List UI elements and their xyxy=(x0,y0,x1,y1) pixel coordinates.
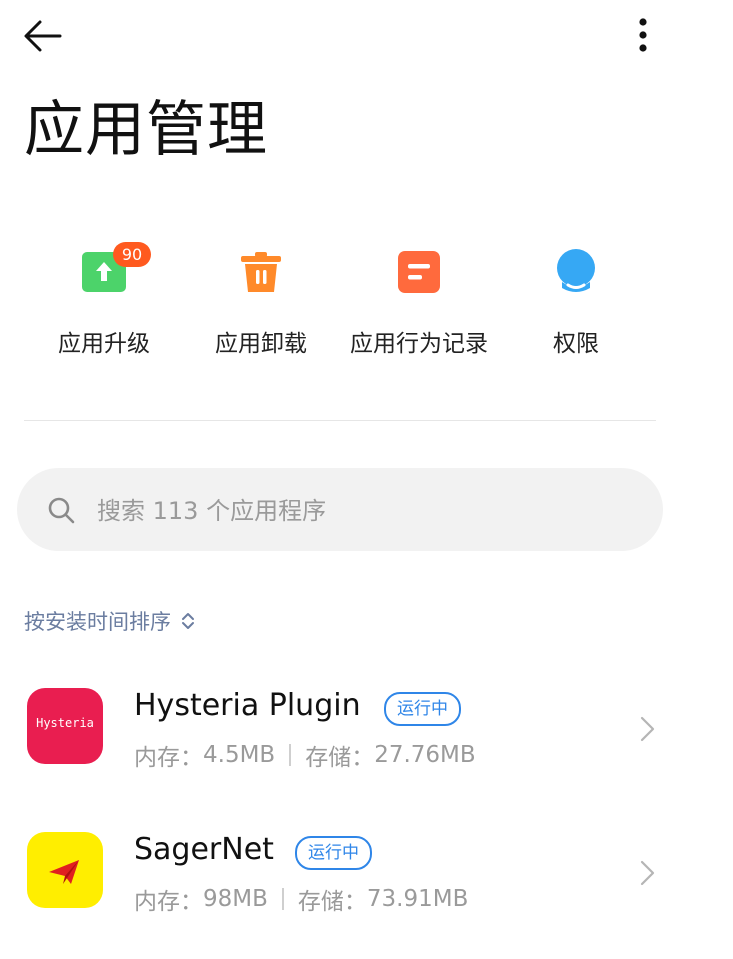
more-vertical-icon xyxy=(639,18,647,52)
memory-value: 4.5MB xyxy=(203,742,276,768)
paper-plane-icon xyxy=(49,860,79,884)
memory-label: 内存： xyxy=(134,745,203,771)
permissions-button[interactable]: 权限 xyxy=(501,232,651,357)
app-behavior-record-label: 应用行为记录 xyxy=(350,331,488,357)
memory-value: 98MB xyxy=(203,886,268,912)
sort-toggle-icon xyxy=(182,613,194,629)
search-icon xyxy=(48,497,75,524)
storage-label: 存储： xyxy=(305,745,375,771)
meta-separator xyxy=(289,744,292,766)
search-input[interactable] xyxy=(95,486,619,536)
app-list-item-hysteria-plugin[interactable]: Hysteria Hysteria Plugin 运行中 内存： 4.5MB 存… xyxy=(0,688,733,808)
chevron-right-icon xyxy=(640,716,655,742)
app-behavior-record-button[interactable]: 应用行为记录 xyxy=(344,232,494,357)
sort-selector[interactable]: 按安装时间排序 xyxy=(24,604,195,638)
app-upgrade-button[interactable]: 90 应用升级 xyxy=(29,232,179,357)
app-name: SagerNet xyxy=(134,832,274,867)
app-meta: 内存： 4.5MB 存储： 27.76MB xyxy=(134,738,476,772)
hysteria-icon-text: Hysteria xyxy=(36,716,94,730)
page-title: 应用管理 xyxy=(24,95,268,165)
app-uninstall-button[interactable]: 应用卸载 xyxy=(186,232,336,357)
hysteria-plugin-app-icon: Hysteria xyxy=(27,688,103,764)
app-list-item-sagernet[interactable]: SagerNet 运行中 内存： 98MB 存储： 73.91MB xyxy=(0,832,733,952)
storage-label: 存储： xyxy=(297,889,367,915)
permission-icon xyxy=(557,249,595,292)
more-options-button[interactable] xyxy=(626,14,660,58)
storage-value: 27.76MB xyxy=(374,742,476,768)
behavior-record-icon xyxy=(398,251,440,293)
upgrade-count-badge: 90 xyxy=(113,242,151,267)
back-button[interactable] xyxy=(20,16,68,56)
arrow-left-icon xyxy=(24,20,62,52)
app-meta: 内存： 98MB 存储： 73.91MB xyxy=(134,882,468,916)
running-status-badge: 运行中 xyxy=(384,692,461,726)
app-uninstall-label: 应用卸载 xyxy=(215,331,307,357)
permissions-label: 权限 xyxy=(553,331,599,357)
chevron-right-icon xyxy=(640,860,655,886)
app-name: Hysteria Plugin xyxy=(134,688,361,723)
running-status-badge: 运行中 xyxy=(295,836,372,870)
quick-actions: 90 应用升级 应用卸载 应用行为记录 权限 xyxy=(0,232,733,362)
top-bar xyxy=(0,0,733,80)
search-bar[interactable] xyxy=(17,468,663,551)
section-divider xyxy=(24,420,656,421)
app-upgrade-label: 应用升级 xyxy=(58,331,150,357)
sort-label: 按安装时间排序 xyxy=(24,610,171,634)
sagernet-app-icon xyxy=(27,832,103,908)
meta-separator xyxy=(281,888,284,910)
trash-icon xyxy=(241,252,281,292)
memory-label: 内存： xyxy=(134,889,203,915)
storage-value: 73.91MB xyxy=(366,886,469,912)
